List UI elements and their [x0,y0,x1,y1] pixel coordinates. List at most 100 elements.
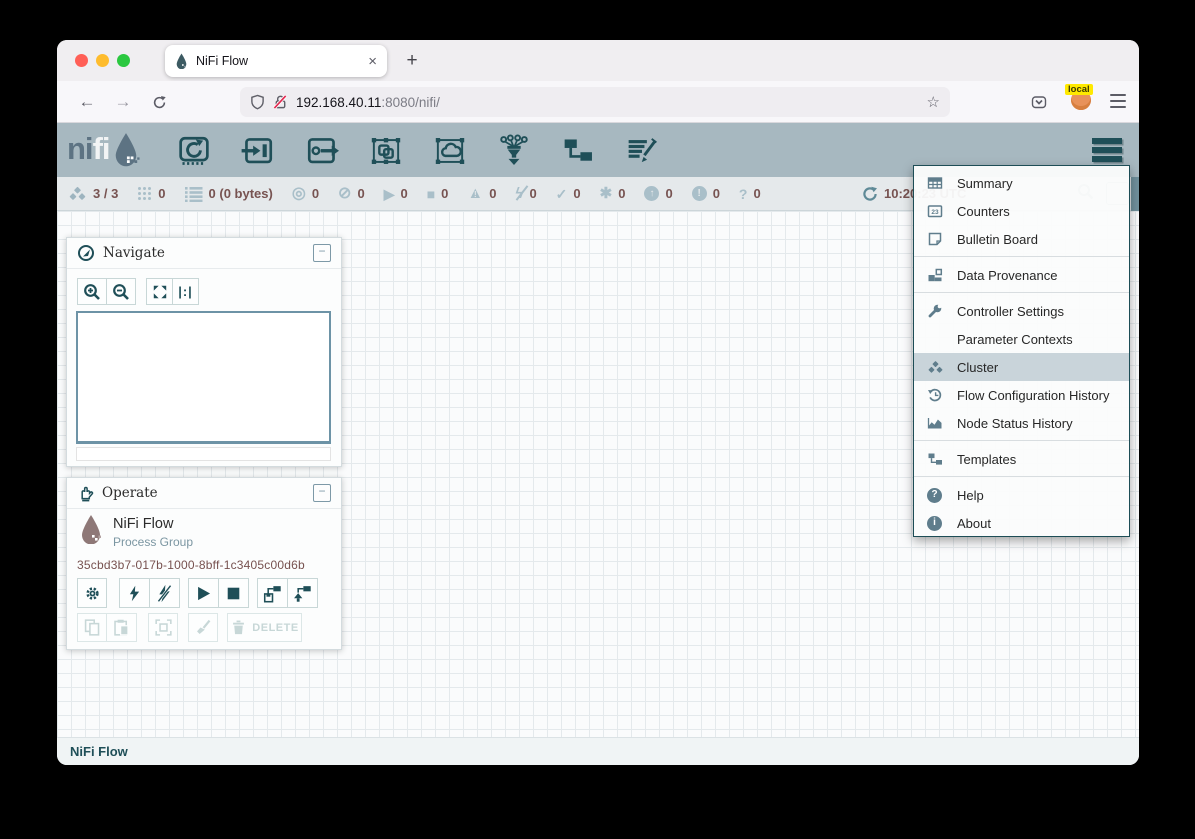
change-color-button[interactable] [188,613,218,642]
menu-item-node-status-history[interactable]: Node Status History [914,409,1129,437]
stop-button[interactable] [218,578,249,608]
zoom-fit-button[interactable] [146,278,173,305]
address-bar[interactable]: 192.168.40.11:8080/nifi/ ☆ [240,87,950,117]
menu-item-summary[interactable]: Summary [914,169,1129,197]
forward-button[interactable]: → [109,88,137,116]
status-connected-nodes: 3 / 3 [68,186,118,202]
menu-divider [914,292,1129,294]
container-profile-badge: local [1065,84,1093,95]
breadcrumb-root[interactable]: NiFi Flow [70,744,128,759]
birdseye-strip [76,447,331,461]
menu-item-controller-settings[interactable]: Controller Settings [914,297,1129,325]
browser-tab[interactable]: NiFi Flow × [165,45,387,77]
funnel-component-icon[interactable] [495,132,533,170]
enable-button[interactable] [119,578,150,608]
paste-button[interactable] [106,613,137,642]
component-toolbar [175,132,661,170]
create-template-button[interactable] [257,578,288,608]
insecure-lock-icon[interactable] [273,94,288,110]
menu-item-flow-configuration-history[interactable]: Flow Configuration History [914,381,1129,409]
sticky-note-icon [927,231,957,247]
menu-item-counters[interactable]: 23 Counters [914,197,1129,225]
nifi-droplet-icon [112,131,140,167]
menu-item-help[interactable]: ? Help [914,481,1129,509]
info-circle-icon: i [927,516,957,531]
firefox-menu-icon[interactable] [1110,94,1126,108]
zoom-out-button[interactable] [106,278,136,305]
input-port-component-icon[interactable] [239,132,277,170]
menu-item-cluster[interactable]: Cluster [914,353,1129,381]
process-group-component-icon[interactable] [367,132,405,170]
menu-item-data-provenance[interactable]: Data Provenance [914,261,1129,289]
browser-titlebar: NiFi Flow × + [57,40,1139,81]
menu-item-about[interactable]: i About [914,509,1129,537]
selected-flow-id[interactable]: 35cbd3b7-017b-1000-8bff-1c3405c00d6b [77,558,305,572]
status-value: 0 [312,186,319,201]
zoom-window-button[interactable] [117,54,130,67]
area-chart-icon [927,415,957,431]
status-value: 0 [753,186,760,201]
tab-close-icon[interactable]: × [368,53,377,70]
url-host: 192.168.40.11 [296,95,381,110]
back-button[interactable]: ← [73,88,101,116]
operate-panel-header[interactable]: Operate − [67,478,341,509]
new-tab-button[interactable]: + [397,45,427,77]
menu-item-label: Flow Configuration History [957,388,1109,403]
bookmark-star-icon[interactable]: ☆ [927,93,940,111]
status-value: 0 [529,186,536,201]
status-value: 3 / 3 [93,186,118,201]
reload-button[interactable] [145,88,173,116]
status-value: 0 [665,186,672,201]
label-component-icon[interactable] [623,132,661,170]
minimize-window-button[interactable] [96,54,109,67]
menu-item-label: About [957,516,991,531]
screenshot-stage: NiFi Flow × + ← → 192.168.40.11:8080/nif… [0,0,1195,839]
birdseye-view[interactable] [76,311,331,444]
selected-flow-name: NiFi Flow [113,516,173,532]
status-active-threads: 0 [137,186,165,201]
breadcrumb-bar[interactable]: NiFi Flow [57,737,1139,765]
navigate-panel-header[interactable]: Navigate − [67,238,341,269]
not-transmitting-icon: ⊘ [338,186,351,202]
zoom-actual-size-button[interactable]: |:| [172,278,199,305]
collapse-navigate-button[interactable]: − [313,244,331,262]
asterisk-icon: ✱ [600,186,613,201]
configure-button[interactable] [77,578,107,608]
operate-panel-title: Operate [102,485,313,501]
browser-window: NiFi Flow × + ← → 192.168.40.11:8080/nif… [57,40,1139,765]
disable-button[interactable] [149,578,180,608]
collapse-operate-button[interactable]: − [313,484,331,502]
processor-component-icon[interactable] [175,132,213,170]
global-menu-icon[interactable] [1092,138,1122,162]
menu-item-templates[interactable]: Templates [914,445,1129,473]
menu-item-label: Node Status History [957,416,1073,431]
status-value: 0 [489,186,496,201]
upload-template-button[interactable] [287,578,318,608]
menu-item-label: Data Provenance [957,268,1057,283]
refresh-icon[interactable] [862,186,878,202]
pocket-icon[interactable] [1025,88,1053,116]
menu-item-bulletin-board[interactable]: Bulletin Board [914,225,1129,253]
zoom-in-button[interactable] [77,278,107,305]
remote-process-group-component-icon[interactable] [431,132,469,170]
status-transmitting: ◎ 0 [292,186,319,202]
status-disabled: ϟ 0 [515,186,536,201]
menu-item-label: Counters [957,204,1010,219]
close-window-button[interactable] [75,54,88,67]
group-button[interactable] [148,613,178,642]
copy-button[interactable] [77,613,107,642]
output-port-component-icon[interactable] [303,132,341,170]
status-locally-modified-stale: ! 0 [692,186,720,201]
status-value: 0 [618,186,625,201]
stopped-square-icon: ■ [427,187,435,201]
question-circle-icon: ? [927,488,957,503]
tracking-shield-icon[interactable] [250,94,265,110]
status-value: 0 [400,186,407,201]
disabled-bolt-slash-icon: ϟ [515,186,523,201]
process-group-droplet-icon [79,514,103,544]
menu-item-parameter-contexts[interactable]: Parameter Contexts [914,325,1129,353]
browser-navbar: ← → 192.168.40.11:8080/nifi/ ☆ local [57,81,1139,123]
delete-button[interactable]: DELETE [227,613,302,642]
start-button[interactable] [188,578,219,608]
template-component-icon[interactable] [559,132,597,170]
